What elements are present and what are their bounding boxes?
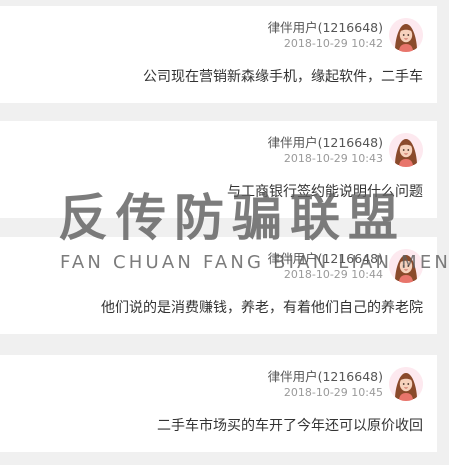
message-timestamp: 2018-10-29 10:43: [283, 152, 383, 165]
message-username: 律伴用户(1216648): [267, 251, 383, 266]
message-text: 二手车市场买的车开了今年还可以原价收回: [157, 418, 423, 434]
message-card: 律伴用户(1216648) 2018-10-29 10:43 与工商银行签约能说…: [0, 121, 437, 218]
message-text: 公司现在营销新森缘手机，缘起软件，二手车: [143, 69, 423, 85]
message-timestamp: 2018-10-29 10:42: [283, 37, 383, 50]
message-card: 律伴用户(1216648) 2018-10-29 10:44 他们说的是消费赚钱…: [0, 237, 437, 334]
message-header: 律伴用户(1216648) 2018-10-29 10:45: [268, 368, 383, 401]
message-username: 律伴用户(1216648): [267, 369, 383, 384]
avatar-female-icon[interactable]: [389, 133, 423, 167]
message-card: 律伴用户(1216648) 2018-10-29 10:42 公司现在营销新森缘…: [0, 6, 437, 103]
message-header: 律伴用户(1216648) 2018-10-29 10:44: [268, 250, 383, 283]
message-username: 律伴用户(1216648): [267, 20, 383, 35]
message-text: 与工商银行签约能说明什么问题: [227, 184, 423, 200]
message-card: 律伴用户(1216648) 2018-10-29 10:45 二手车市场买的车开…: [0, 355, 437, 452]
avatar-female-icon[interactable]: [389, 18, 423, 52]
avatar-female-icon[interactable]: [389, 367, 423, 401]
message-header: 律伴用户(1216648) 2018-10-29 10:42: [268, 19, 383, 52]
message-text: 他们说的是消费赚钱，养老，有着他们自己的养老院: [101, 300, 423, 316]
message-timestamp: 2018-10-29 10:44: [283, 268, 383, 281]
message-list: 律伴用户(1216648) 2018-10-29 10:42 公司现在营销新森缘…: [0, 0, 449, 465]
avatar-female-icon[interactable]: [389, 249, 423, 283]
message-header: 律伴用户(1216648) 2018-10-29 10:43: [268, 134, 383, 167]
message-username: 律伴用户(1216648): [267, 135, 383, 150]
message-timestamp: 2018-10-29 10:45: [283, 386, 383, 399]
